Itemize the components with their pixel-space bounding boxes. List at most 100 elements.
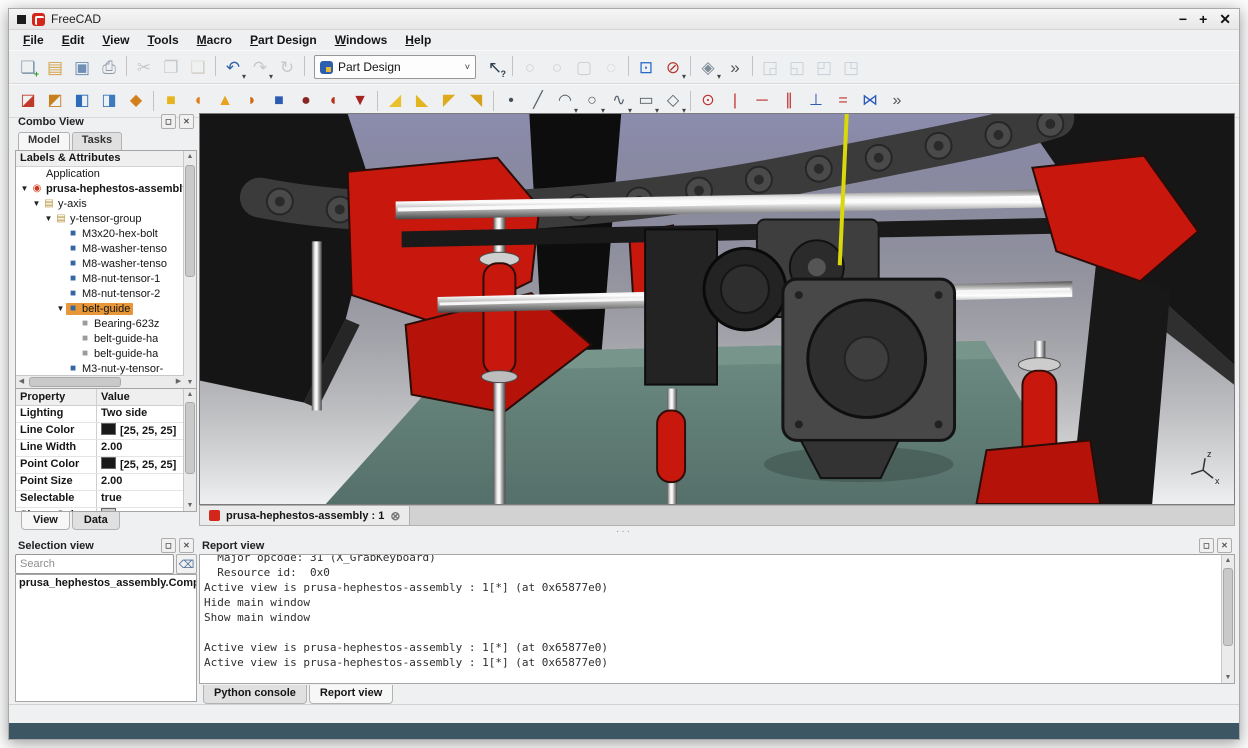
scroll-up-icon[interactable]: ▲ (184, 389, 196, 400)
expander-icon[interactable]: ▼ (43, 214, 54, 223)
constraint-horizontal-button[interactable]: ─ (749, 88, 775, 114)
tree-item[interactable]: Application (16, 166, 184, 181)
property-row[interactable]: Line Color [25, 25, 25] (16, 423, 196, 440)
property-row[interactable]: Point Size 2.00 (16, 474, 196, 491)
scroll-down-icon[interactable]: ▼ (184, 377, 196, 388)
toolbar-item[interactable] (490, 89, 497, 113)
edit-sketch-button[interactable]: ◩ (42, 88, 68, 114)
panel-float-button[interactable]: ◻ (161, 114, 176, 129)
macro-debug-button[interactable]: ◌ (598, 54, 624, 80)
toolbar-item[interactable] (687, 89, 694, 113)
fillet-button[interactable]: ◢ (382, 88, 408, 114)
thickness-button[interactable]: ◥ (463, 88, 489, 114)
menu-windows[interactable]: Windows (327, 32, 396, 48)
additive-pipe-button[interactable]: ◗ (239, 88, 265, 114)
property-row[interactable]: Selectable true (16, 491, 196, 508)
tree-vertical-scrollbar[interactable]: ▲ ▼ (183, 151, 196, 388)
tab-report-view[interactable]: Report view (309, 685, 393, 704)
tree-item[interactable]: ■ M8-nut-tensor-2 (16, 286, 184, 301)
copy-button[interactable]: ❐ (158, 54, 184, 80)
menu-file[interactable]: File (15, 32, 52, 48)
macro-record-button[interactable]: ○ (517, 54, 543, 80)
panel-close-button[interactable]: ✕ (179, 538, 194, 553)
close-tab-icon[interactable]: ⊗ (390, 509, 400, 523)
redo-button[interactable]: ↷ ▾ (247, 54, 273, 80)
toolbar-item[interactable] (509, 54, 516, 78)
pocket-button[interactable]: ■ (266, 88, 292, 114)
sync-placement-button[interactable]: ◰ (811, 54, 837, 80)
leave-sketch-button[interactable]: ◨ (96, 88, 122, 114)
menu-part-design[interactable]: Part Design (242, 32, 325, 48)
polygon-button[interactable]: ◇ ▾ (660, 88, 686, 114)
save-button[interactable]: ▣ (69, 54, 95, 80)
tree-item[interactable]: ▼ ■ belt-guide (16, 301, 184, 316)
toolbar-item[interactable] (123, 54, 130, 78)
draw-style-button[interactable]: ⊘ ▾ (660, 54, 686, 80)
selection-list-item[interactable]: prusa_hephestos_assembly.CompoundC (16, 575, 196, 591)
menu-view[interactable]: View (94, 32, 137, 48)
minimize-button[interactable]: − (1179, 12, 1187, 26)
tab-tasks[interactable]: Tasks (72, 132, 122, 150)
toolbar-overflow-button[interactable]: » (722, 54, 748, 80)
panel-close-button[interactable]: ✕ (1217, 538, 1232, 553)
constraint-equal-button[interactable]: = (830, 88, 856, 114)
bspline-button[interactable]: ∿ ▾ (606, 88, 632, 114)
report-vertical-scrollbar[interactable]: ▲ ▼ (1221, 555, 1234, 683)
point-button[interactable]: • (498, 88, 524, 114)
line-button[interactable]: ╱ (525, 88, 551, 114)
constraint-coincident-button[interactable]: ⊙ (695, 88, 721, 114)
tree-item[interactable]: ■ belt-guide-ha (16, 346, 184, 361)
macro-stop-button[interactable]: ○ (544, 54, 570, 80)
toolbar-item[interactable] (374, 89, 381, 113)
axonometric-view-button[interactable]: ◈ ▾ (695, 54, 721, 80)
menu-help[interactable]: Help (397, 32, 439, 48)
circle-button[interactable]: ○ ▾ (579, 88, 605, 114)
3d-viewport[interactable]: z x (199, 113, 1235, 505)
constraint-parallel-button[interactable]: ∥ (776, 88, 802, 114)
expander-icon[interactable]: ▼ (31, 199, 42, 208)
property-row[interactable]: Lighting Two side (16, 406, 196, 423)
tab-model[interactable]: Model (18, 132, 70, 150)
tree-item[interactable]: ■ M8-washer-tenso (16, 256, 184, 271)
subtractive-loft-button[interactable]: ▼ (347, 88, 373, 114)
new-document-button[interactable]: ❏ + (15, 54, 41, 80)
tree-item[interactable]: ■ M8-nut-tensor-1 (16, 271, 184, 286)
toolbar2-overflow-button[interactable]: » (884, 88, 910, 114)
toolbar-item[interactable] (687, 54, 694, 78)
panel-close-button[interactable]: ✕ (179, 114, 194, 129)
clear-search-button[interactable]: ⌫ (176, 554, 197, 574)
open-document-button[interactable]: ▤ (42, 54, 68, 80)
menu-edit[interactable]: Edit (54, 32, 93, 48)
additive-loft-button[interactable]: ▲ (212, 88, 238, 114)
fit-all-button[interactable]: ⊡ (633, 54, 659, 80)
search-input[interactable] (15, 554, 174, 574)
whats-this-button[interactable]: ↖ ? (482, 54, 508, 80)
draft-button[interactable]: ◤ (436, 88, 462, 114)
close-button[interactable]: ✕ (1219, 12, 1231, 26)
property-row[interactable]: Line Width 2.00 (16, 440, 196, 457)
panel-float-button[interactable]: ◻ (1199, 538, 1214, 553)
report-console[interactable]: Major opcode: 31 (X_GrabKeyboard) Resour… (199, 554, 1235, 684)
chamfer-button[interactable]: ◣ (409, 88, 435, 114)
scroll-left-icon[interactable]: ◀ (16, 376, 27, 387)
window-menu-icon[interactable] (17, 15, 26, 24)
menu-macro[interactable]: Macro (189, 32, 240, 48)
scroll-down-icon[interactable]: ▼ (1222, 672, 1234, 683)
tree-item[interactable]: ▼ ▤ y-tensor-group (16, 211, 184, 226)
cut-button[interactable]: ✂ (131, 54, 157, 80)
tree-horizontal-scrollbar[interactable]: ◀ ▶ (16, 375, 184, 388)
tree-item[interactable]: ■ belt-guide-ha (16, 331, 184, 346)
paste-button[interactable]: ❑ (185, 54, 211, 80)
constraint-symmetric-button[interactable]: ⋈ (857, 88, 883, 114)
constraint-vertical-button[interactable]: | (722, 88, 748, 114)
viewport-tab[interactable]: prusa-hephestos-assembly : 1 ⊗ (200, 506, 410, 525)
menu-tools[interactable]: Tools (140, 32, 187, 48)
toolbar-item[interactable] (150, 89, 157, 113)
undo-button[interactable]: ↶ ▾ (220, 54, 246, 80)
expander-icon[interactable]: ▼ (19, 184, 30, 193)
revolution-button[interactable]: ◖ (185, 88, 211, 114)
expander-icon[interactable]: ▼ (55, 304, 66, 313)
rectangle-button[interactable]: ▭ ▾ (633, 88, 659, 114)
scroll-down-icon[interactable]: ▼ (184, 500, 196, 511)
pad-button[interactable]: ■ (158, 88, 184, 114)
